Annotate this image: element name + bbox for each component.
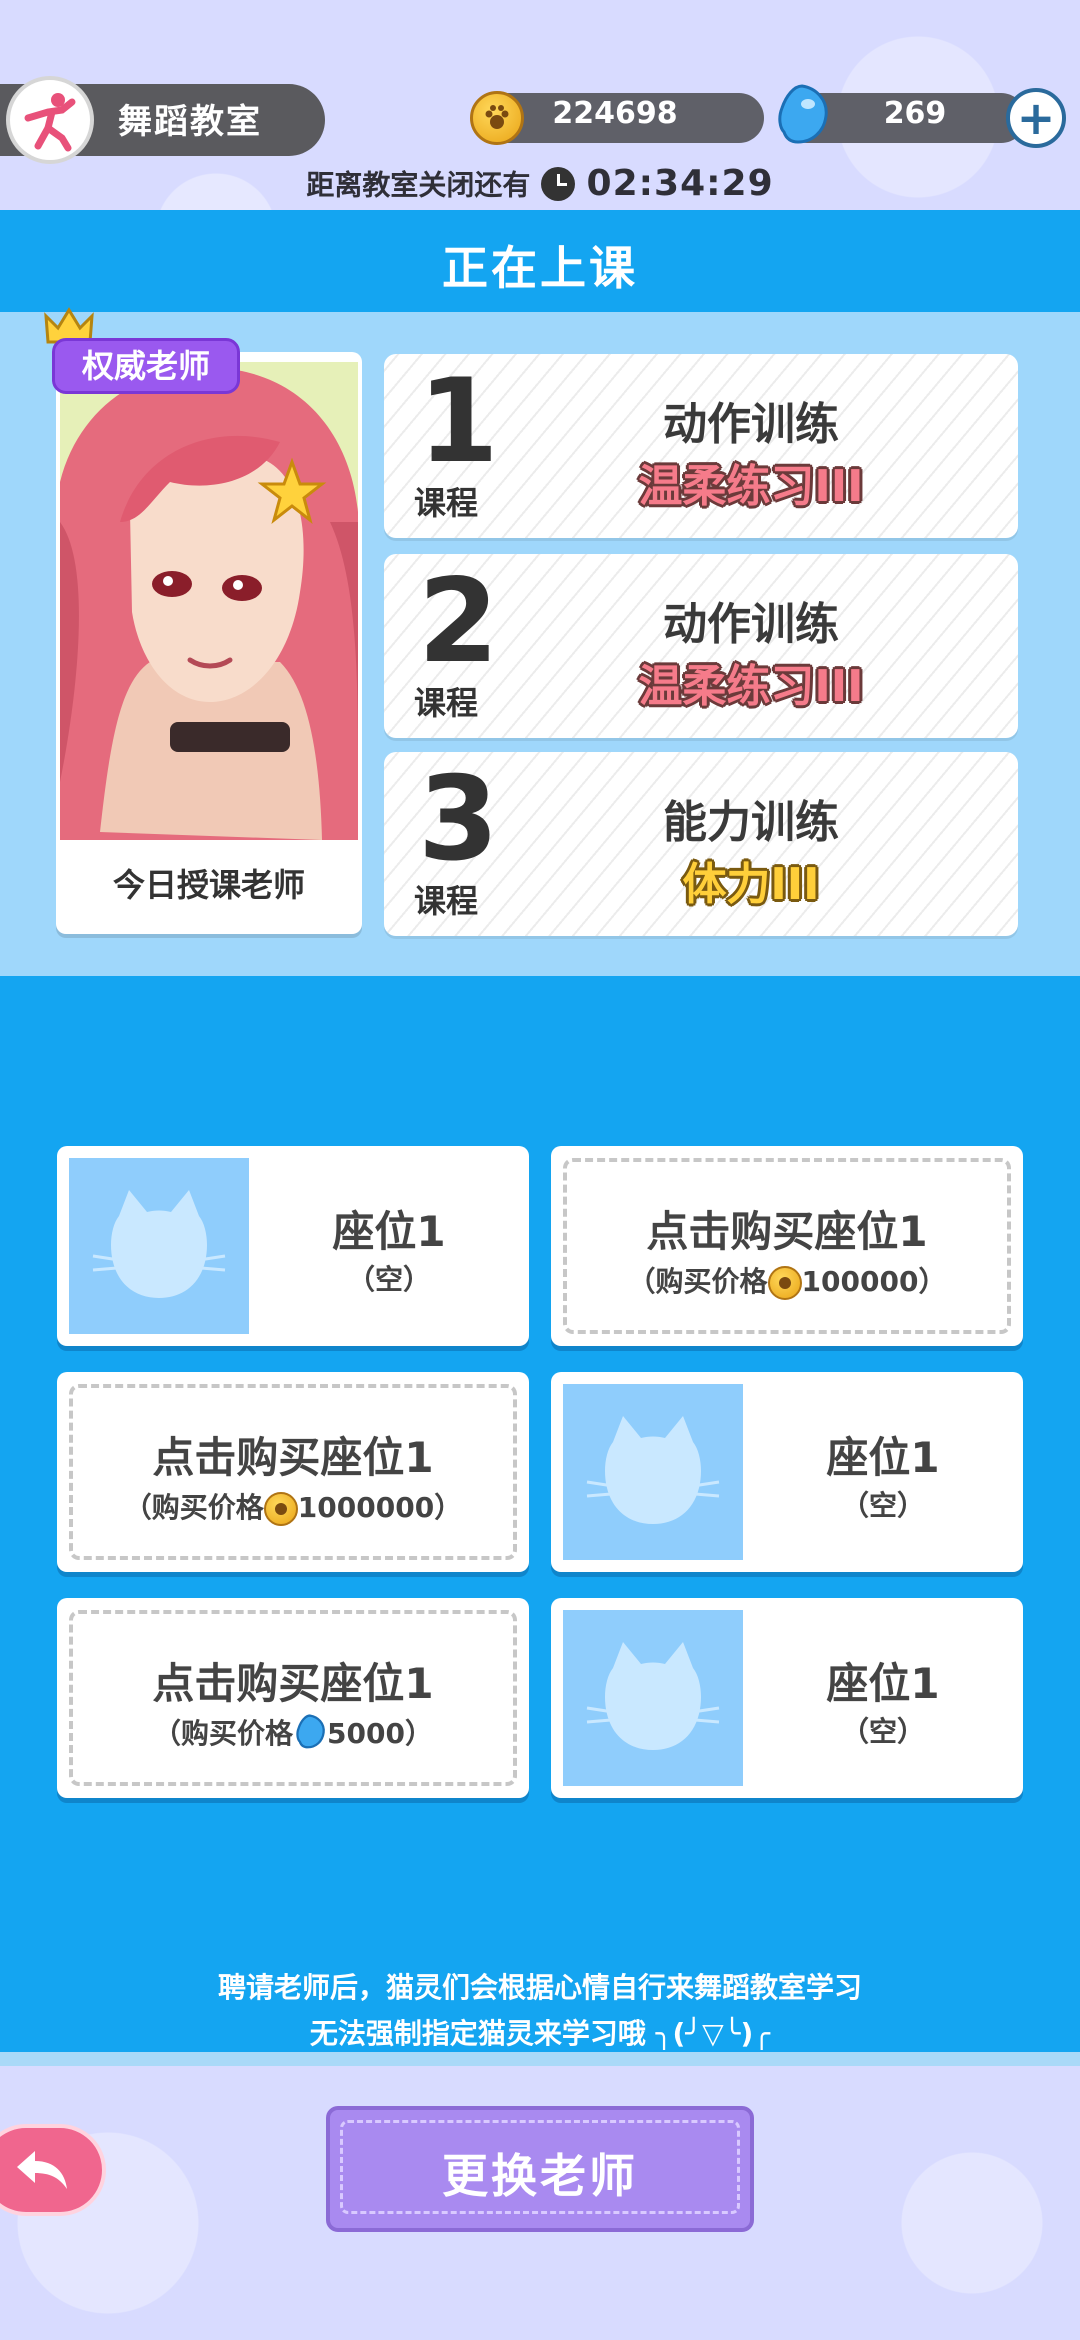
countdown-row: 距离教室关闭还有 02:34:29	[0, 163, 1080, 204]
course-row: 1 课程 动作训练 温柔练习III	[384, 354, 1018, 538]
price-prefix: （购买价格	[627, 1265, 768, 1298]
buy-seat-price: （购买价格 100000）	[551, 1260, 1023, 1300]
seat-status: （空）	[346, 1263, 431, 1296]
course-name: 体力III	[682, 859, 820, 910]
gem-amount: 269	[883, 96, 947, 131]
buy-seat-price: （购买价格 5000）	[57, 1712, 529, 1758]
change-teacher-button[interactable]: 更换老师	[326, 2106, 754, 2232]
price-prefix: （购买价格	[153, 1717, 294, 1750]
section-title: 正在上课	[442, 241, 638, 295]
price-value: 1000000	[297, 1491, 435, 1524]
seat-slot[interactable]: 座位1 （空）	[57, 1146, 529, 1346]
course-unit-label: 课程	[414, 484, 479, 522]
cat-silhouette-icon	[69, 1158, 249, 1334]
buy-seat-title: 点击购买座位1	[152, 1433, 434, 1482]
coin-amount: 224698	[552, 96, 678, 131]
course-unit-label: 课程	[414, 684, 479, 722]
blue-spirit-icon	[772, 82, 832, 152]
teacher-portrait	[60, 362, 358, 840]
countdown-time: 02:34:29	[586, 163, 774, 204]
price-suffix: ）	[918, 1265, 947, 1298]
paw-coin-icon	[767, 1266, 802, 1300]
dance-icon	[6, 76, 94, 164]
buy-seat-button[interactable]: 点击购买座位1 （购买价格 1000000）	[57, 1372, 529, 1572]
seat-title: 座位1	[332, 1207, 446, 1256]
paw-coin-icon	[470, 91, 524, 145]
course-name: 温柔练习III	[638, 461, 864, 512]
buy-seat-title: 点击购买座位1	[152, 1659, 434, 1708]
price-suffix: ）	[404, 1717, 433, 1750]
teacher-rank-badge: 权威老师	[52, 338, 240, 394]
price-value: 100000	[801, 1265, 919, 1298]
blue-spirit-icon	[293, 1713, 327, 1758]
cat-silhouette-icon	[563, 1610, 743, 1786]
teacher-caption: 今日授课老师	[112, 866, 305, 904]
price-suffix: ）	[434, 1491, 463, 1524]
hint-line-1: 聘请老师后，猫灵们会根据心情自行来舞蹈教室学习	[217, 1971, 862, 2004]
seat-slot[interactable]: 座位1 （空）	[551, 1372, 1023, 1572]
price-value: 5000	[327, 1717, 405, 1750]
buy-seat-button[interactable]: 点击购买座位1 （购买价格 100000）	[551, 1146, 1023, 1346]
back-arrow-icon	[17, 2151, 67, 2189]
bottom-strip	[0, 2052, 1080, 2066]
hint-line-2: 无法强制指定猫灵来学习哦 ╮(╯▽╰)╭	[309, 2017, 771, 2050]
seat-title: 座位1	[826, 1659, 940, 1708]
course-category: 动作训练	[663, 399, 839, 450]
buy-seat-title: 点击购买座位1	[646, 1207, 928, 1256]
seat-status: （空）	[840, 1715, 925, 1748]
cat-silhouette-icon	[563, 1384, 743, 1560]
change-teacher-label: 更换老师	[442, 2149, 638, 2203]
seat-status: （空）	[840, 1489, 925, 1522]
seat-title: 座位1	[826, 1433, 940, 1482]
course-row: 2 课程 动作训练 温柔练习III	[384, 554, 1018, 738]
page-title: 舞蹈教室	[118, 102, 262, 142]
clock-icon	[541, 166, 576, 201]
course-unit-label: 课程	[414, 882, 479, 920]
countdown-label: 距离教室关闭还有	[306, 168, 531, 202]
course-category: 能力训练	[663, 797, 839, 848]
back-button[interactable]	[0, 2124, 106, 2216]
add-currency-button[interactable]: +	[1006, 88, 1066, 148]
price-prefix: （购买价格	[123, 1491, 264, 1524]
course-name: 温柔练习III	[638, 661, 864, 712]
buy-seat-price: （购买价格 1000000）	[57, 1486, 529, 1526]
course-row: 3 课程 能力训练 体力III	[384, 752, 1018, 936]
seat-slot[interactable]: 座位1 （空）	[551, 1598, 1023, 1798]
course-category: 动作训练	[663, 599, 839, 650]
paw-coin-icon	[263, 1492, 298, 1526]
buy-seat-button[interactable]: 点击购买座位1 （购买价格 5000）	[57, 1598, 529, 1798]
